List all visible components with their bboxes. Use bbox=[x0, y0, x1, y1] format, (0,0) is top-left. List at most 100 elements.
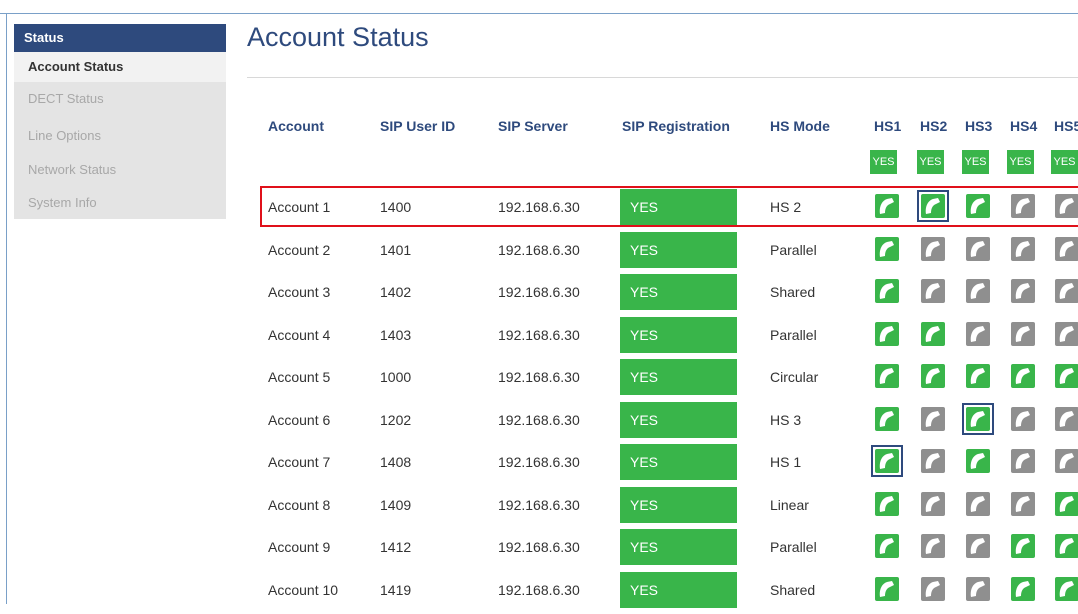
table-row[interactable]: Account 2 1401 192.168.6.30 YES Parallel bbox=[0, 230, 1078, 274]
sip-registration-status: YES bbox=[620, 529, 737, 565]
account-name: Account 8 bbox=[268, 496, 331, 513]
sidebar-header[interactable]: Status bbox=[14, 24, 226, 52]
sip-user-id: 1401 bbox=[380, 241, 412, 258]
sip-registration-status: YES bbox=[620, 316, 737, 353]
handset-phone-icon bbox=[921, 236, 945, 261]
handset-phone-icon bbox=[1011, 364, 1035, 388]
handset-phone-icon bbox=[1055, 236, 1078, 261]
sidebar-item-account-status[interactable]: Account Status bbox=[14, 52, 226, 82]
sip-user-id: 1402 bbox=[380, 284, 412, 300]
sip-registration-status: YES bbox=[620, 274, 737, 310]
sip-registration-status: YES bbox=[620, 359, 737, 395]
column-header-sip-user-id: SIP User ID bbox=[380, 118, 456, 134]
handset-phone-icon bbox=[1055, 534, 1078, 558]
handset-phone-icon bbox=[921, 534, 945, 558]
hs-mode: Parallel bbox=[770, 539, 817, 555]
handset-phone-icon bbox=[1011, 406, 1035, 431]
sip-user-id: 1408 bbox=[380, 454, 412, 470]
column-header-hs3: HS3 bbox=[965, 118, 993, 134]
sidebar-item-network-status[interactable]: Network Status bbox=[14, 152, 226, 186]
table-row[interactable]: Account 10 1419 192.168.6.30 YES Shared bbox=[0, 570, 1078, 614]
handset-phone-icon bbox=[921, 449, 945, 473]
sidebar-item-line-options[interactable]: Line Options bbox=[14, 119, 226, 153]
handset-phone-icon bbox=[875, 406, 899, 431]
assigned-handset-marker bbox=[962, 402, 994, 435]
handset-phone-icon bbox=[875, 364, 899, 388]
sip-registration-status: YES bbox=[620, 444, 737, 480]
hs-mode: Parallel bbox=[770, 241, 817, 258]
account-name: Account 2 bbox=[268, 241, 331, 258]
table-row[interactable]: Account 9 1412 192.168.6.30 YES Parallel bbox=[0, 527, 1078, 571]
hs-mode: HS 1 bbox=[770, 454, 802, 470]
table-row[interactable]: Account 6 1202 192.168.6.30 YES HS 3 bbox=[0, 400, 1078, 444]
handset-phone-icon bbox=[875, 279, 899, 303]
sip-server: 192.168.6.30 bbox=[498, 284, 580, 300]
table-row[interactable]: Account 3 1402 192.168.6.30 YES Shared bbox=[0, 272, 1078, 316]
handset-phone-icon bbox=[875, 321, 899, 346]
handset-phone-icon bbox=[1011, 534, 1035, 558]
handset-phone-icon bbox=[1011, 449, 1035, 473]
handset-phone-icon bbox=[966, 279, 990, 303]
handset-phone-icon bbox=[921, 491, 945, 516]
account-name: Account 10 bbox=[268, 581, 339, 598]
handset-phone-icon bbox=[1055, 491, 1078, 516]
assigned-handset-marker bbox=[871, 445, 903, 477]
handset-phone-icon bbox=[966, 449, 990, 473]
hs-mode: Linear bbox=[770, 496, 809, 513]
handset-phone-icon bbox=[1011, 576, 1035, 601]
sip-registration-status: YES bbox=[620, 231, 737, 268]
column-header-hs-mode: HS Mode bbox=[770, 118, 830, 134]
account-name: Account 9 bbox=[268, 539, 331, 555]
hs-mode: Circular bbox=[770, 369, 819, 385]
sip-registration-status: YES bbox=[620, 571, 737, 608]
sip-server: 192.168.6.30 bbox=[498, 454, 580, 470]
account-name: Account 6 bbox=[268, 411, 331, 428]
sip-registration-status: YES bbox=[620, 486, 737, 523]
column-header-hs5: HS5 bbox=[1054, 118, 1078, 134]
hs-mode: Shared bbox=[770, 581, 816, 598]
column-header-account: Account bbox=[268, 118, 324, 134]
sip-server: 192.168.6.30 bbox=[498, 496, 580, 513]
hs5-registered-badge: YES bbox=[1051, 150, 1078, 174]
sip-user-id: 1419 bbox=[380, 581, 412, 598]
sip-user-id: 1000 bbox=[380, 369, 412, 385]
handset-phone-icon bbox=[921, 576, 945, 601]
hs4-registered-badge: YES bbox=[1007, 150, 1034, 174]
page-title: Account Status bbox=[247, 22, 429, 52]
handset-phone-icon bbox=[1055, 576, 1078, 601]
column-header-hs4: HS4 bbox=[1010, 118, 1038, 134]
sip-server: 192.168.6.30 bbox=[498, 581, 580, 598]
sip-user-id: 1403 bbox=[380, 326, 412, 343]
column-header-hs1: HS1 bbox=[874, 118, 902, 134]
table-row[interactable]: Account 4 1403 192.168.6.30 YES Parallel bbox=[0, 315, 1078, 359]
handset-phone-icon bbox=[1011, 279, 1035, 303]
handset-phone-icon bbox=[1055, 279, 1078, 303]
table-row[interactable]: Account 5 1000 192.168.6.30 YES Circular bbox=[0, 357, 1078, 401]
account-name: Account 3 bbox=[268, 284, 331, 300]
hs-mode: Parallel bbox=[770, 326, 817, 343]
table-row[interactable]: Account 8 1409 192.168.6.30 YES Linear bbox=[0, 485, 1078, 529]
hs-mode: Shared bbox=[770, 284, 816, 300]
account-name: Account 5 bbox=[268, 369, 331, 385]
sip-user-id: 1202 bbox=[380, 411, 412, 428]
column-header-sip-registration: SIP Registration bbox=[622, 118, 730, 134]
handset-phone-icon bbox=[921, 364, 945, 388]
handset-phone-icon bbox=[921, 321, 945, 346]
handset-phone-icon bbox=[875, 576, 899, 601]
hs3-registered-badge: YES bbox=[962, 150, 989, 174]
handset-phone-icon bbox=[966, 321, 990, 346]
hs1-registered-badge: YES bbox=[870, 150, 897, 174]
handset-phone-icon bbox=[921, 279, 945, 303]
handset-phone-icon bbox=[966, 534, 990, 558]
handset-phone-icon bbox=[1055, 321, 1078, 346]
handset-phone-icon bbox=[1011, 491, 1035, 516]
account-name: Account 4 bbox=[268, 326, 331, 343]
sip-registration-status: YES bbox=[620, 401, 737, 438]
handset-phone-icon bbox=[921, 406, 945, 431]
table-row[interactable]: Account 7 1408 192.168.6.30 YES HS 1 bbox=[0, 442, 1078, 486]
sip-server: 192.168.6.30 bbox=[498, 411, 580, 428]
column-header-hs2: HS2 bbox=[920, 118, 948, 134]
handset-phone-icon bbox=[1055, 364, 1078, 388]
sidebar-item-dect-status[interactable]: DECT Status bbox=[14, 82, 226, 120]
handset-phone-icon bbox=[966, 364, 990, 388]
